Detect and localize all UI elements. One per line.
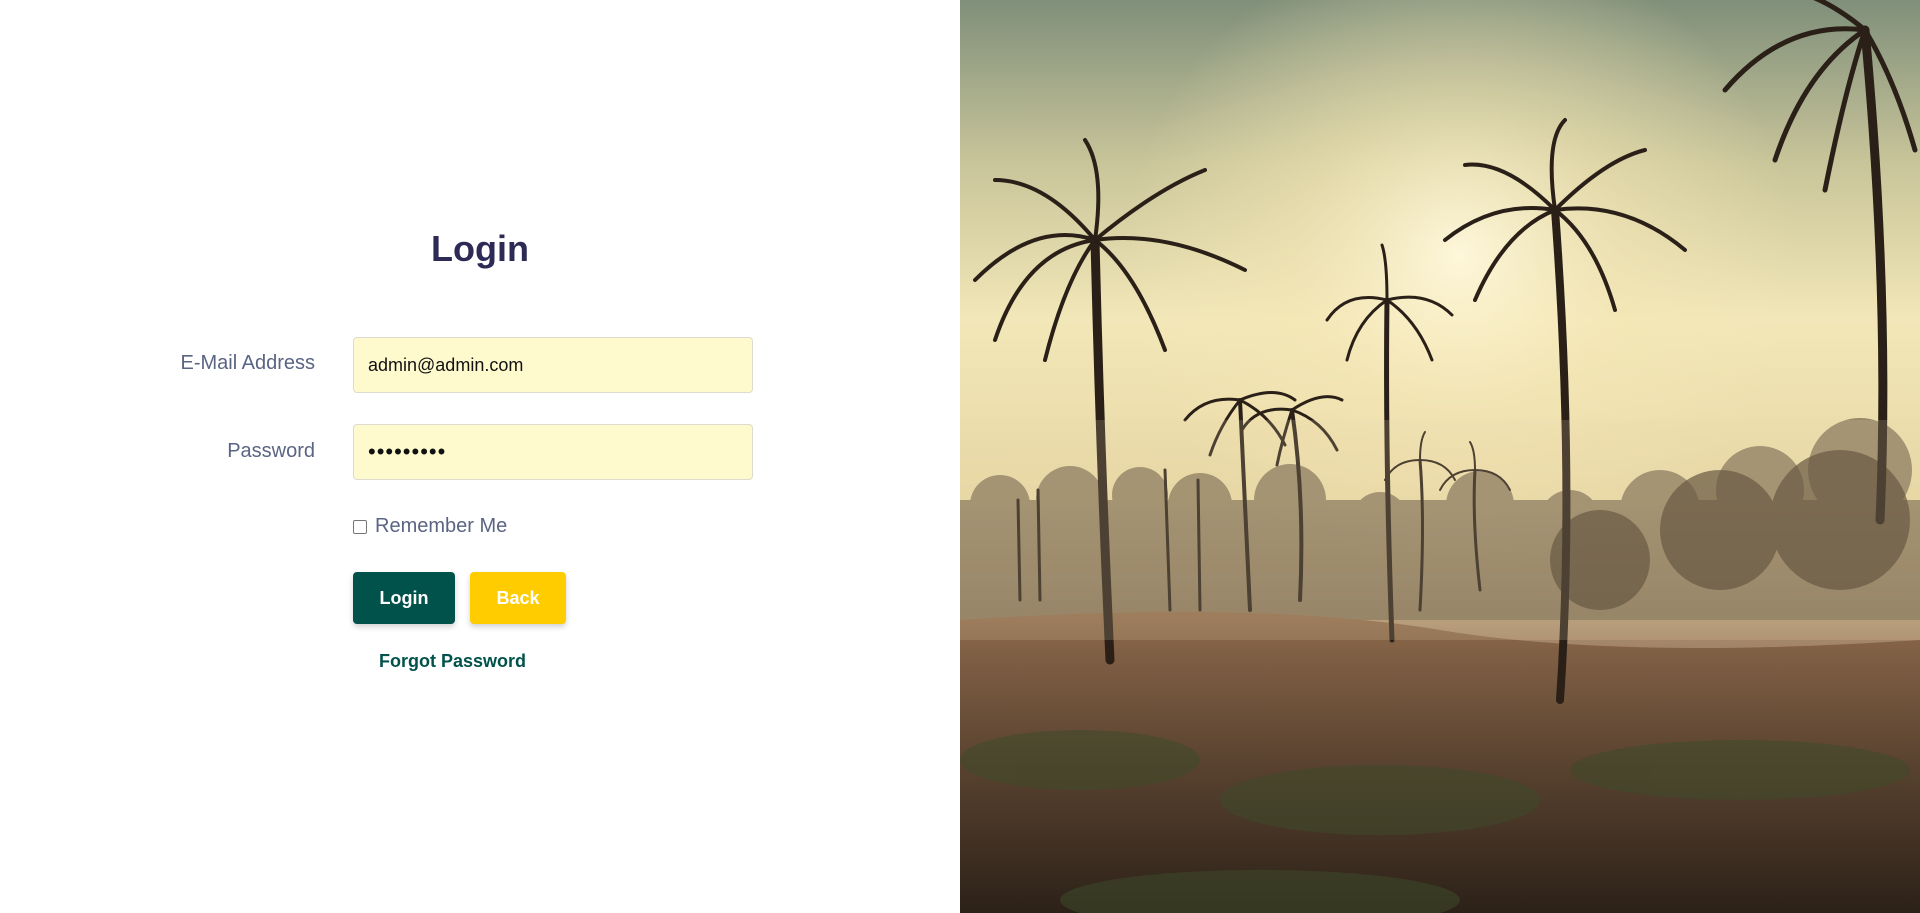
email-field[interactable] bbox=[353, 337, 753, 393]
password-field[interactable] bbox=[353, 424, 753, 480]
remember-me-label: Remember Me bbox=[375, 515, 508, 537]
login-page: Login E-Mail Address Password Remember M… bbox=[0, 0, 1920, 913]
remember-me[interactable]: Remember Me bbox=[353, 515, 507, 538]
login-button[interactable]: Login bbox=[353, 572, 455, 624]
remember-me-checkbox[interactable] bbox=[353, 519, 367, 534]
login-panel: Login E-Mail Address Password Remember M… bbox=[0, 0, 960, 913]
password-label: Password bbox=[227, 440, 315, 462]
forgot-password-link[interactable]: Forgot Password bbox=[379, 651, 526, 672]
palm-trees-sunset-image bbox=[960, 0, 1920, 913]
email-label: E-Mail Address bbox=[180, 352, 316, 374]
back-button[interactable]: Back bbox=[470, 572, 566, 624]
page-title: Login bbox=[431, 228, 529, 269]
